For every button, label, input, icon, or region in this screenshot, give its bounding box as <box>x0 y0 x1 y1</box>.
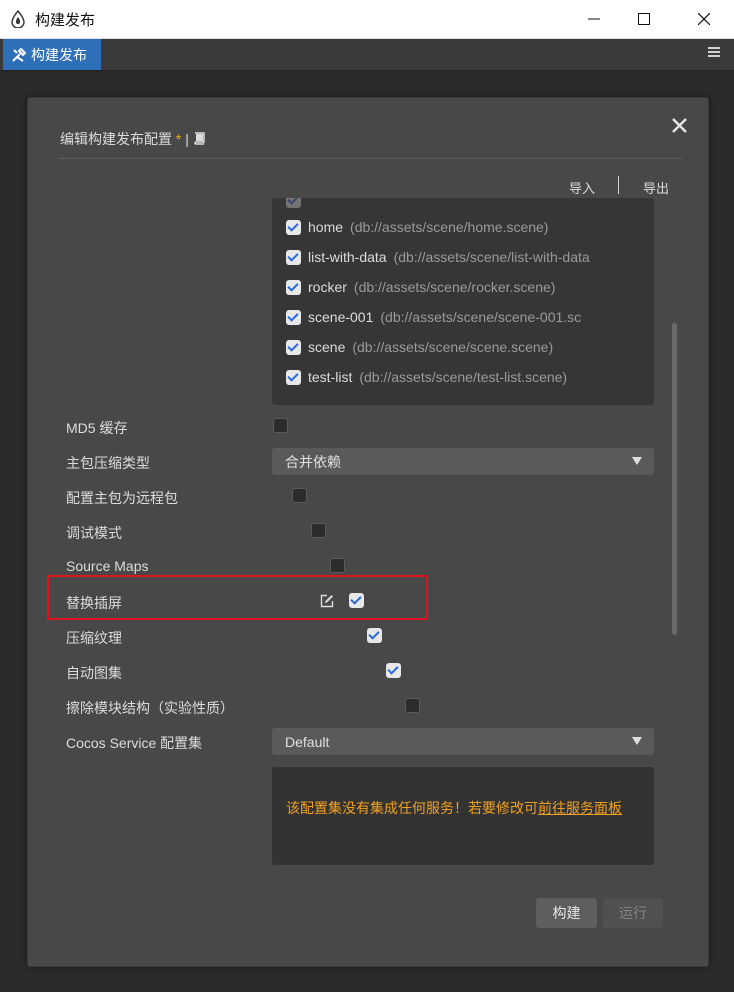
list-item[interactable]: rocker (db://assets/scene/rocker.scene) <box>286 275 555 299</box>
close-icon <box>698 13 710 25</box>
caret-down-icon <box>632 457 642 465</box>
source-maps-label: Source Maps <box>66 558 149 574</box>
dialog-close-button[interactable] <box>672 113 687 139</box>
tab-build-publish[interactable]: 构建发布 <box>3 39 101 70</box>
close-icon <box>672 118 687 133</box>
scene-checkbox[interactable] <box>286 249 301 265</box>
scene-path: (db://assets/scene/test-list.scene) <box>359 369 568 385</box>
title-divider <box>58 158 682 159</box>
maximize-button[interactable] <box>619 0 669 38</box>
list-item <box>286 198 301 212</box>
main-bundle-compression-label: 主包压缩类型 <box>66 455 150 471</box>
md5-cache-checkbox[interactable] <box>273 418 288 433</box>
link-separator <box>618 176 619 194</box>
scene-checkbox[interactable] <box>286 369 301 385</box>
close-window-button[interactable] <box>679 0 729 38</box>
list-item[interactable]: scene (db://assets/scene/scene.scene) <box>286 335 553 359</box>
erase-module-structure-checkbox[interactable] <box>405 698 421 713</box>
tools-icon <box>12 47 27 62</box>
scene-name: list-with-data <box>308 249 387 265</box>
replace-splash-label: 替换插屏 <box>66 595 122 611</box>
main-bundle-remote-label: 配置主包为远程包 <box>66 490 178 506</box>
service-panel-link[interactable]: 前往服务面板 <box>538 800 622 816</box>
auto-atlas-label: 自动图集 <box>66 665 122 681</box>
compress-texture-checkbox[interactable] <box>367 628 383 643</box>
service-notice: 该配置集没有集成任何服务！若要修改可前往服务面板 <box>272 767 654 865</box>
tab-label: 构建发布 <box>31 46 87 63</box>
md5-cache-label: MD5 缓存 <box>66 420 128 436</box>
hamburger-menu-icon <box>708 47 720 57</box>
main-bundle-compression-select[interactable]: 合并依赖 <box>272 448 654 475</box>
import-button[interactable]: 导入 <box>569 178 595 197</box>
scene-name: test-list <box>308 369 353 385</box>
unsaved-marker: * <box>175 131 182 147</box>
build-button[interactable]: 构建 <box>536 898 597 928</box>
list-item[interactable]: test-list (db://assets/scene/test-list.s… <box>286 365 567 389</box>
checkbox <box>286 198 301 208</box>
list-item[interactable]: home (db://assets/scene/home.scene) <box>286 215 548 239</box>
erase-module-structure-label: 擦除模块结构（实验性质） <box>66 700 234 716</box>
cocos-service-label: Cocos Service 配置集 <box>66 735 203 751</box>
maximize-icon <box>638 13 650 25</box>
panel-menu-button[interactable] <box>708 45 720 63</box>
scene-path: (db://assets/scene/rocker.scene) <box>353 279 556 295</box>
title-separator: | <box>185 131 189 147</box>
scrollbar[interactable] <box>672 323 677 635</box>
minimize-button[interactable] <box>569 0 619 38</box>
run-button[interactable]: 运行 <box>603 898 663 928</box>
compress-texture-label: 压缩纹理 <box>66 630 122 646</box>
edit-icon[interactable] <box>320 594 334 608</box>
scene-checkbox[interactable] <box>286 339 301 355</box>
dialog-title-text: 编辑构建发布配置 <box>60 131 172 147</box>
export-button[interactable]: 导出 <box>643 178 669 197</box>
scene-path: (db://assets/scene/scene.scene) <box>352 339 554 355</box>
list-item[interactable]: list-with-data (db://assets/scene/list-w… <box>286 245 590 269</box>
scene-name: scene <box>308 339 346 355</box>
book-icon[interactable] <box>193 132 206 145</box>
select-value: 合并依赖 <box>285 453 341 470</box>
build-config-dialog: 编辑构建发布配置 * | 导入 导出 home (db://assets/sce… <box>27 97 709 967</box>
window-title: 构建发布 <box>35 12 96 29</box>
caret-down-icon <box>632 737 642 745</box>
auto-atlas-checkbox[interactable] <box>386 663 402 678</box>
panel-tab-bar: 构建发布 <box>0 39 734 71</box>
cocos-service-select[interactable]: Default <box>272 728 654 755</box>
main-bundle-remote-checkbox[interactable] <box>291 488 307 503</box>
scene-path: (db://assets/scene/home.scene) <box>350 219 549 235</box>
source-maps-checkbox[interactable] <box>329 558 345 573</box>
scene-name: home <box>308 219 344 235</box>
scene-name: rocker <box>308 279 347 295</box>
debug-mode-label: 调试模式 <box>66 525 122 541</box>
scene-path: (db://assets/scene/scene-001.sc <box>380 309 582 325</box>
select-value: Default <box>285 733 330 750</box>
list-item[interactable]: scene-001 (db://assets/scene/scene-001.s… <box>286 305 581 329</box>
scene-list[interactable]: home (db://assets/scene/home.scene) list… <box>272 198 654 405</box>
scene-checkbox[interactable] <box>286 219 301 235</box>
scene-path: (db://assets/scene/list-with-data <box>393 249 590 265</box>
dialog-title: 编辑构建发布配置 * | <box>60 129 206 149</box>
window-title-bar: 构建发布 <box>0 0 734 39</box>
notice-text: 该配置集没有集成任何服务！若要修改可 <box>286 800 538 816</box>
app-logo-icon <box>11 10 25 28</box>
scene-name: scene-001 <box>308 309 374 325</box>
scene-checkbox[interactable] <box>286 279 301 295</box>
minimize-icon <box>588 18 600 20</box>
replace-splash-checkbox[interactable] <box>348 593 364 608</box>
debug-mode-checkbox[interactable] <box>310 523 326 538</box>
scene-checkbox[interactable] <box>286 309 301 325</box>
